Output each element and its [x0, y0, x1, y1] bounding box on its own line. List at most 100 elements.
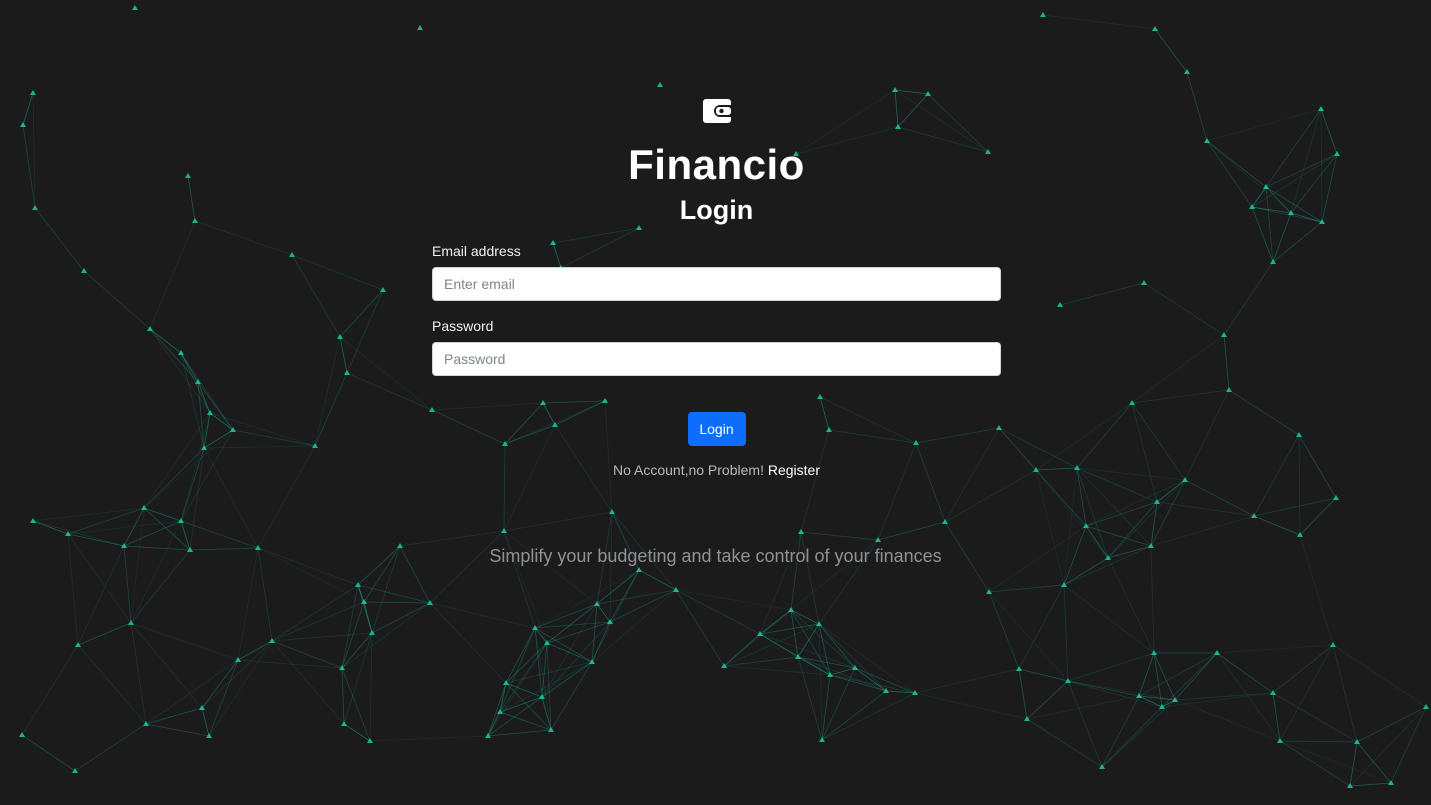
network-node [852, 665, 858, 670]
network-edge [34, 207, 85, 272]
register-prompt-text: No Account,no Problem! [612, 462, 764, 478]
network-edge [180, 352, 211, 414]
network-edge [1067, 680, 1163, 708]
network-node [185, 173, 191, 178]
network-edge [1035, 402, 1133, 471]
network-node [497, 709, 503, 714]
network-node [143, 721, 149, 726]
network-edge [1186, 71, 1208, 142]
network-edge [988, 584, 1065, 593]
network-edge [314, 372, 348, 447]
network-node [942, 519, 948, 524]
network-node [1226, 387, 1232, 392]
network-edge [369, 632, 373, 742]
network-node [1065, 678, 1071, 683]
network-edge [201, 659, 239, 709]
network-edge [1076, 467, 1152, 547]
network-edge [1272, 692, 1358, 743]
network-edge [341, 632, 373, 669]
network-edge [609, 589, 677, 623]
network-edge [546, 621, 611, 644]
network-node [816, 621, 822, 626]
network-node [1182, 477, 1188, 482]
email-input[interactable] [432, 267, 1001, 301]
network-node [30, 90, 36, 95]
network-node [178, 518, 184, 523]
network-edge [1206, 140, 1267, 188]
network-edge [189, 447, 205, 551]
network-edge [546, 603, 598, 644]
network-edge [1026, 718, 1103, 768]
network-edge [201, 640, 273, 709]
network-edge [67, 507, 145, 535]
network-edge [854, 667, 916, 694]
network-edge [339, 336, 433, 411]
register-prompt: No Account,no Problem! Register [432, 462, 1001, 478]
network-edge [369, 735, 489, 742]
network-edge [499, 696, 543, 713]
network-edge [797, 656, 831, 676]
network-edge [1320, 108, 1323, 223]
network-edge [67, 520, 182, 535]
register-link[interactable]: Register [768, 462, 820, 478]
network-edge [1253, 515, 1301, 536]
network-edge [759, 609, 792, 635]
network-node [1057, 302, 1063, 307]
network-node [339, 665, 345, 670]
network-node [341, 721, 347, 726]
network-edge [145, 723, 210, 737]
network-node [673, 587, 679, 592]
network-edge [1272, 692, 1281, 742]
network-edge [1272, 221, 1323, 263]
network-edge [197, 381, 205, 449]
network-node [1151, 650, 1157, 655]
network-node [1270, 259, 1276, 264]
network-edge [1320, 108, 1338, 155]
network-edge [130, 622, 147, 725]
network-node [206, 733, 212, 738]
network-edge [534, 627, 543, 698]
network-edge [818, 623, 823, 741]
network-edge [499, 627, 536, 713]
password-group: Password [432, 317, 1001, 376]
network-edge [1150, 501, 1158, 547]
network-node [1204, 138, 1210, 143]
network-edge [21, 734, 76, 772]
network-node [81, 268, 87, 273]
network-edge [487, 642, 548, 737]
login-button[interactable]: Login [687, 412, 746, 446]
tagline: Simplify your budgeting and take control… [489, 546, 942, 566]
network-node [1249, 204, 1255, 209]
network-edge [1085, 525, 1152, 547]
login-heading: Login [679, 195, 754, 225]
network-edge [291, 254, 384, 291]
network-edge [1131, 334, 1225, 404]
network-edge [1138, 652, 1155, 697]
network-edge [1018, 668, 1028, 720]
network-edge [759, 633, 856, 669]
network-edge [201, 707, 210, 737]
network-edge [914, 692, 1028, 720]
network-edge [818, 623, 856, 669]
network-edge [505, 642, 548, 684]
network-edge [723, 633, 761, 667]
network-edge [723, 656, 799, 667]
network-edge [1107, 557, 1155, 654]
network-node [819, 737, 825, 742]
network-edge [371, 602, 431, 634]
network-edge [1018, 668, 1069, 682]
network-node [892, 87, 898, 92]
network-node [1152, 26, 1158, 31]
network-edge [1332, 644, 1358, 743]
network-edge [1035, 469, 1109, 559]
network-node [195, 379, 201, 384]
network-edge [829, 674, 916, 694]
network-edge [821, 692, 916, 741]
network-edge [1279, 644, 1334, 742]
network-node [1330, 642, 1336, 647]
password-input[interactable] [432, 342, 1001, 376]
network-node [1277, 738, 1283, 743]
network-edge [429, 602, 536, 629]
network-edge [194, 220, 293, 256]
network-edge [149, 328, 182, 354]
